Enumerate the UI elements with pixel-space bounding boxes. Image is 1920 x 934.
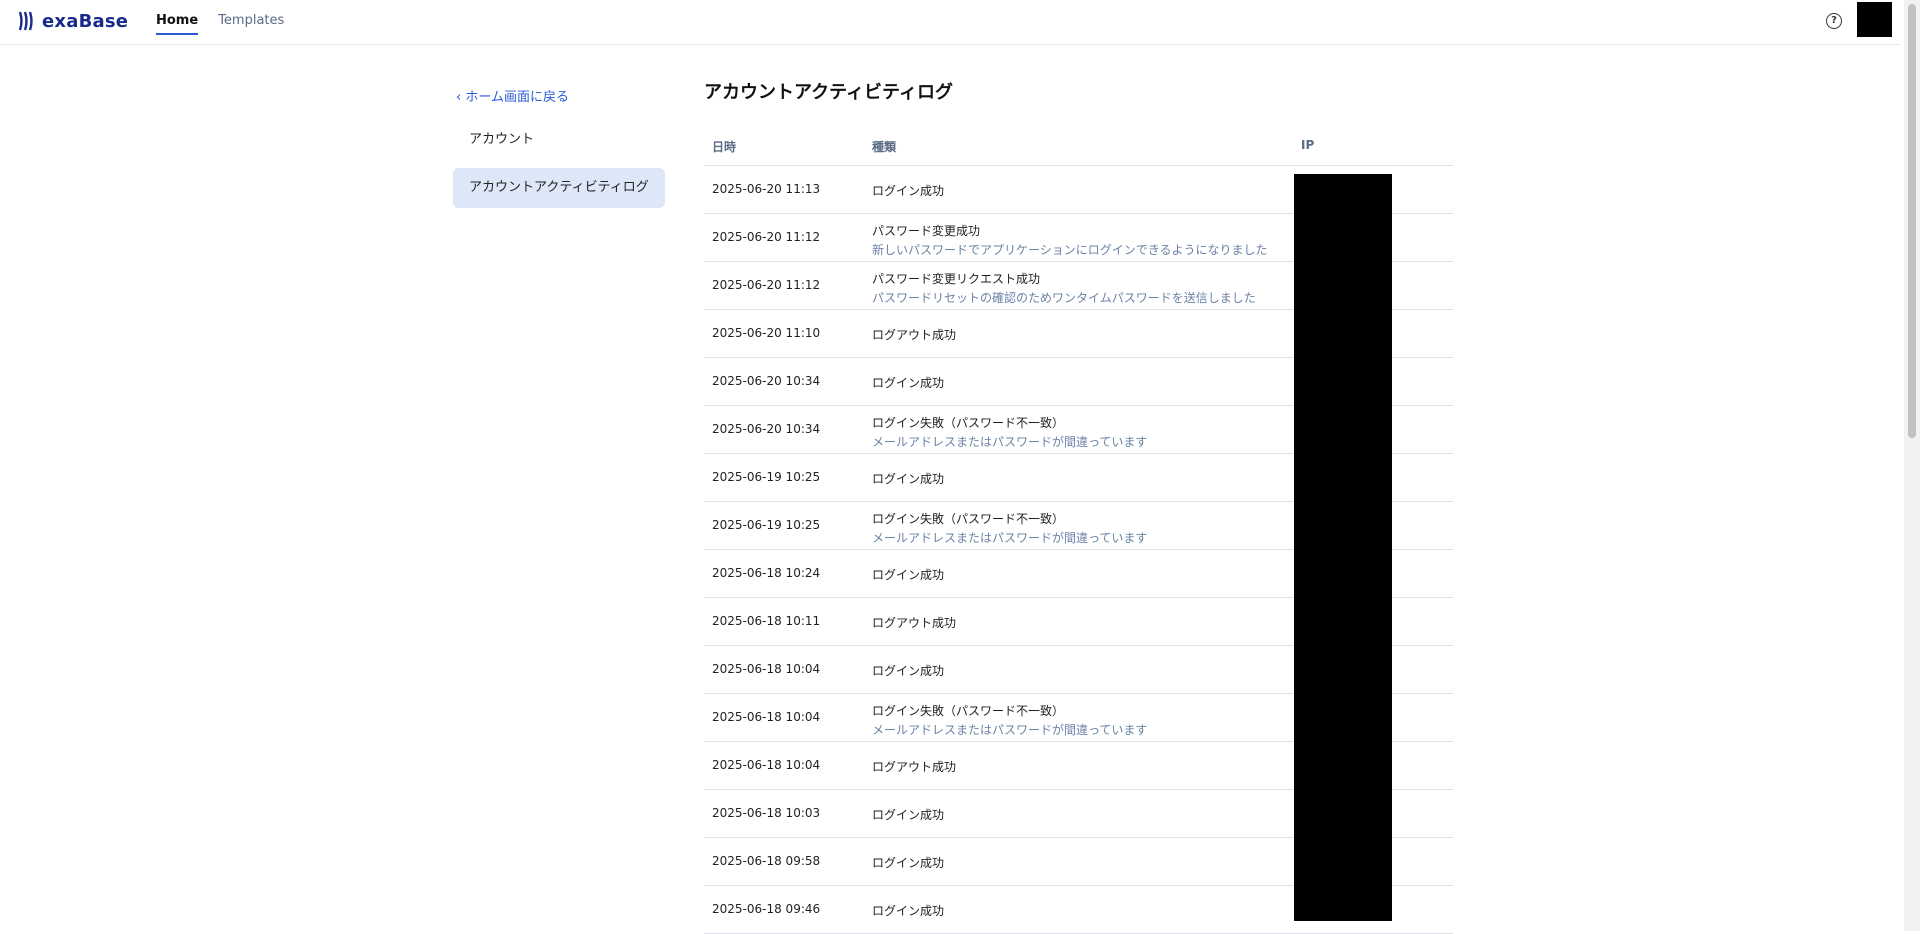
row-type-description: メールアドレスまたはパスワードが間違っています — [872, 435, 1148, 449]
table-header: 日時 種類 IP — [704, 126, 1453, 166]
row-date: 2025-06-20 11:12 — [712, 278, 821, 292]
row-type-label: パスワード変更成功 — [872, 224, 981, 238]
row-type: ログイン成功 — [872, 470, 944, 487]
row-type-label: ログアウト成功 — [872, 760, 957, 774]
exabase-logo-icon — [18, 11, 33, 31]
page-title: アカウントアクティビティログ — [704, 82, 953, 103]
row-type-description: パスワードリセットの確認のためワンタイムパスワードを送信しました — [872, 291, 1256, 305]
top-header: exaBase Home Templates ? — [0, 0, 1900, 45]
row-date: 2025-06-20 10:34 — [712, 374, 821, 388]
row-type: ログイン成功 — [872, 662, 944, 679]
back-to-home-link[interactable]: ‹ ホーム画面に戻る — [456, 86, 569, 105]
row-type: ログアウト成功 — [872, 326, 956, 343]
row-type: ログイン失敗（パスワード不一致） メールアドレスまたはパスワードが間違っています — [872, 510, 1147, 546]
row-date: 2025-06-18 10:04 — [712, 758, 821, 772]
row-date: 2025-06-20 10:34 — [712, 422, 821, 436]
row-type-label: ログイン成功 — [872, 568, 945, 582]
row-type: ログイン成功 — [872, 902, 944, 919]
row-type-label: ログイン成功 — [872, 856, 945, 870]
row-date: 2025-06-19 10:25 — [712, 470, 821, 484]
logo-text: exaBase — [42, 10, 129, 32]
row-type-description: メールアドレスまたはパスワードが間違っています — [872, 723, 1148, 737]
row-date: 2025-06-18 10:24 — [712, 566, 821, 580]
row-type: ログイン失敗（パスワード不一致） メールアドレスまたはパスワードが間違っています — [872, 414, 1147, 450]
sidebar-item-account[interactable]: アカウント — [453, 120, 665, 160]
row-date: 2025-06-18 10:11 — [712, 614, 821, 628]
avatar[interactable] — [1857, 2, 1892, 37]
row-type: ログイン成功 — [872, 182, 944, 199]
main-nav: Home Templates — [156, 0, 304, 44]
column-header-type: 種類 — [872, 140, 897, 154]
redacted-ip-block — [1294, 174, 1392, 921]
row-date: 2025-06-18 09:46 — [712, 902, 821, 916]
question-circle-icon[interactable]: ? — [1826, 13, 1842, 29]
row-type: ログアウト成功 — [872, 758, 956, 775]
row-date: 2025-06-18 10:04 — [712, 710, 821, 724]
row-type-label: ログイン失敗（パスワード不一致） — [872, 416, 1065, 430]
row-type: ログアウト成功 — [872, 614, 956, 631]
row-type: ログイン成功 — [872, 854, 944, 871]
row-type-description: メールアドレスまたはパスワードが間違っています — [872, 531, 1148, 545]
row-type: ログイン成功 — [872, 566, 944, 583]
tab-templates[interactable]: Templates — [218, 0, 284, 44]
row-date: 2025-06-20 11:12 — [712, 230, 821, 244]
row-date: 2025-06-18 10:04 — [712, 662, 821, 676]
row-type-description: 新しいパスワードでアプリケーションにログインできるようになりました — [872, 243, 1268, 257]
row-type-label: ログイン成功 — [872, 184, 945, 198]
column-header-date: 日時 — [712, 140, 737, 154]
row-date: 2025-06-18 10:03 — [712, 806, 821, 820]
row-date: 2025-06-19 10:25 — [712, 518, 821, 532]
row-type: パスワード変更リクエスト成功パスワードリセットの確認のためワンタイムパスワードを… — [872, 270, 1256, 306]
row-date: 2025-06-20 11:13 — [712, 182, 821, 196]
row-type-label: パスワード変更リクエスト成功 — [872, 272, 1041, 286]
row-type-label: ログアウト成功 — [872, 328, 957, 342]
row-type: ログイン成功 — [872, 374, 944, 391]
row-type-label: ログイン成功 — [872, 904, 945, 918]
row-type: パスワード変更成功新しいパスワードでアプリケーションにログインできるようになりま… — [872, 222, 1268, 258]
sidebar-item-activity-log[interactable]: アカウントアクティビティログ — [453, 168, 665, 208]
scrollbar-thumb[interactable] — [1908, 4, 1916, 438]
row-date: 2025-06-18 09:58 — [712, 854, 821, 868]
row-type-label: ログイン失敗（パスワード不一致） — [872, 704, 1065, 718]
row-type: ログイン失敗（パスワード不一致） メールアドレスまたはパスワードが間違っています — [872, 702, 1147, 738]
row-type-label: ログイン成功 — [872, 808, 945, 822]
row-type-label: ログイン成功 — [872, 664, 945, 678]
row-date: 2025-06-20 11:10 — [712, 326, 821, 340]
row-type-label: ログイン成功 — [872, 472, 945, 486]
tab-home[interactable]: Home — [156, 0, 199, 44]
row-type-label: ログアウト成功 — [872, 616, 957, 630]
row-type: ログイン成功 — [872, 806, 944, 823]
column-header-ip: IP — [1301, 138, 1315, 152]
row-type-label: ログイン失敗（パスワード不一致） — [872, 512, 1065, 526]
logo[interactable]: exaBase — [18, 10, 128, 32]
row-type-label: ログイン成功 — [872, 376, 945, 390]
